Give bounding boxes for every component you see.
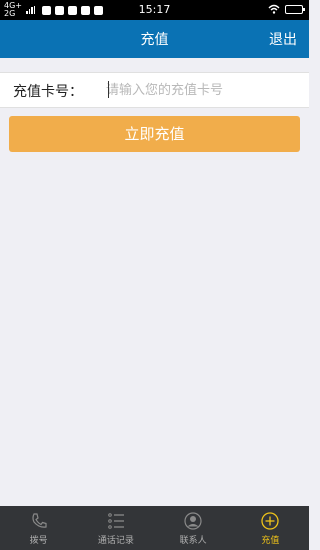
tab-recharge[interactable]: 充值 — [232, 506, 309, 550]
tab-call-history[interactable]: 通话记录 — [77, 506, 154, 550]
card-number-row: 充值卡号： — [0, 72, 309, 108]
list-icon — [108, 513, 124, 529]
wifi-icon — [268, 4, 280, 14]
battery-icon — [285, 4, 305, 14]
phone-icon — [32, 513, 47, 528]
logout-button[interactable]: 退出 — [269, 29, 297, 49]
tab-recharge-label: 充值 — [261, 536, 280, 546]
status-time: 15:17 — [138, 3, 171, 16]
contact-icon — [184, 512, 202, 530]
plus-circle-icon — [261, 512, 280, 530]
tab-call-history-label: 通话记录 — [97, 536, 134, 546]
tab-contacts-label: 联系人 — [179, 536, 207, 546]
status-right — [268, 4, 305, 14]
recharge-now-button[interactable]: 立即充值 — [9, 116, 300, 152]
card-number-input[interactable] — [106, 78, 301, 102]
tab-contacts[interactable]: 联系人 — [155, 506, 232, 550]
tab-dial-label: 拨号 — [29, 536, 48, 546]
card-number-label: 充值卡号： — [13, 84, 83, 100]
header-bar: 充值 退出 — [0, 20, 309, 58]
bottom-tab-bar: 拨号 通话记录 联系人 充值 — [0, 506, 309, 550]
text-caret — [108, 81, 109, 98]
status-bar: 4G+ 2G 15:17 — [0, 0, 309, 20]
page-title: 充值 — [140, 32, 169, 48]
tab-dial[interactable]: 拨号 — [0, 506, 77, 550]
